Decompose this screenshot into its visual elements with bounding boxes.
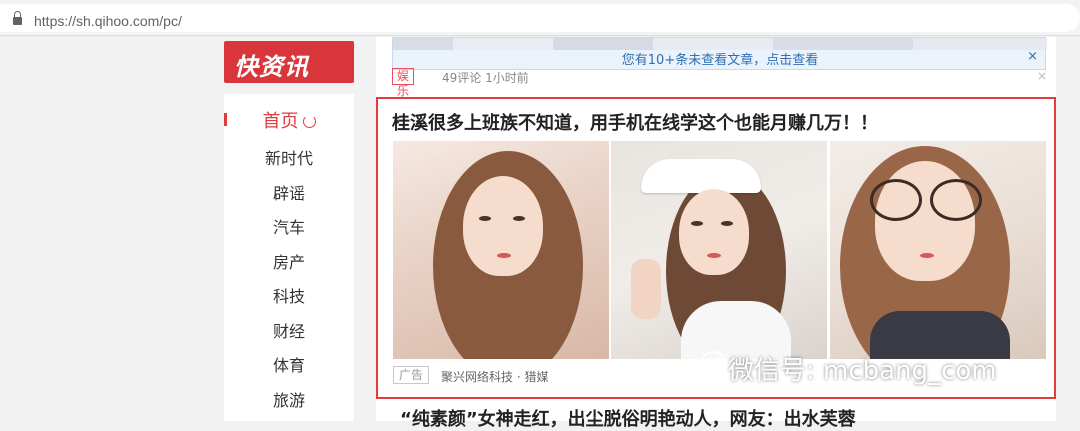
url-field[interactable]: https://sh.qihoo.com/pc/	[0, 4, 1080, 32]
cap-shape	[641, 159, 761, 193]
sidebar-item-home[interactable]: 首页	[224, 107, 354, 133]
comments-time: 49评论 1小时前	[442, 71, 529, 85]
new-articles-message[interactable]: 您有10+条未查看文章，点击查看	[393, 49, 1047, 68]
ad-image-1[interactable]	[393, 141, 609, 359]
sidebar-item-auto[interactable]: 汽车	[224, 214, 354, 238]
ad-card[interactable]: 桂溪很多上班族不知道，用手机在线学这个也能月赚几万！！ 广告 聚兴网络科技 · …	[376, 97, 1056, 399]
lips-shape	[920, 253, 934, 258]
lips-shape	[707, 253, 721, 258]
category-tag[interactable]: 娱乐	[392, 68, 415, 98]
face-shape	[679, 189, 749, 275]
refresh-icon[interactable]	[302, 115, 316, 128]
eye-shape	[721, 221, 733, 226]
sidebar-item-new-era[interactable]: 新时代	[224, 145, 354, 169]
sidebar-item-tech[interactable]: 科技	[224, 283, 354, 307]
sidebar-item-sports[interactable]: 体育	[224, 352, 354, 376]
glasses-shape	[930, 179, 982, 221]
site-logo-text: 快资讯	[234, 53, 309, 81]
hand-shape	[631, 259, 661, 319]
ad-image-2[interactable]	[611, 141, 827, 359]
sidebar-item-travel[interactable]: 旅游	[224, 387, 354, 411]
sidebar-nav: 首页 新时代 辟谣 汽车 房产 科技 财经 体育 旅游	[224, 94, 354, 421]
site-logo[interactable]: 快资讯	[224, 41, 354, 83]
eye-shape	[513, 216, 525, 221]
sidebar-item-finance[interactable]: 财经	[224, 318, 354, 342]
ad-source[interactable]: 聚兴网络科技 · 猎媒	[441, 368, 548, 385]
watermark-text: 微信号: mcbang_com	[728, 356, 997, 386]
face-shape	[463, 176, 543, 276]
next-article-title[interactable]: “纯素颜”女神走红，出尘脱俗明艳动人，网友：出水芙蓉	[400, 405, 856, 431]
eye-shape	[479, 216, 491, 221]
feed: 您有10+条未查看文章，点击查看 × 娱乐 49评论 1小时前 × 桂溪很多上班…	[376, 37, 1056, 430]
close-icon[interactable]: ×	[1027, 49, 1038, 64]
dismiss-icon[interactable]: ×	[1037, 69, 1047, 83]
lips-shape	[497, 253, 511, 258]
sidebar-item-rumor[interactable]: 辟谣	[224, 180, 354, 204]
lock-icon	[13, 11, 22, 26]
glasses-shape	[870, 179, 922, 221]
ad-tag: 广告	[393, 366, 429, 384]
page: 快资讯 首页 新时代 辟谣 汽车 房产 科技 财经 体育 旅游 您有10+条未查…	[0, 37, 1080, 430]
eye-shape	[691, 221, 703, 226]
ad-image-3[interactable]	[830, 141, 1046, 359]
url-text[interactable]: https://sh.qihoo.com/pc/	[34, 13, 182, 29]
sidebar-item-label: 首页	[262, 111, 299, 132]
ad-title[interactable]: 桂溪很多上班族不知道，用手机在线学这个也能月赚几万！！	[392, 109, 878, 135]
sidebar-item-realestate[interactable]: 房产	[224, 249, 354, 273]
browser-address-bar: https://sh.qihoo.com/pc/	[0, 0, 1080, 36]
new-articles-banner[interactable]: 您有10+条未查看文章，点击查看 ×	[392, 37, 1047, 70]
